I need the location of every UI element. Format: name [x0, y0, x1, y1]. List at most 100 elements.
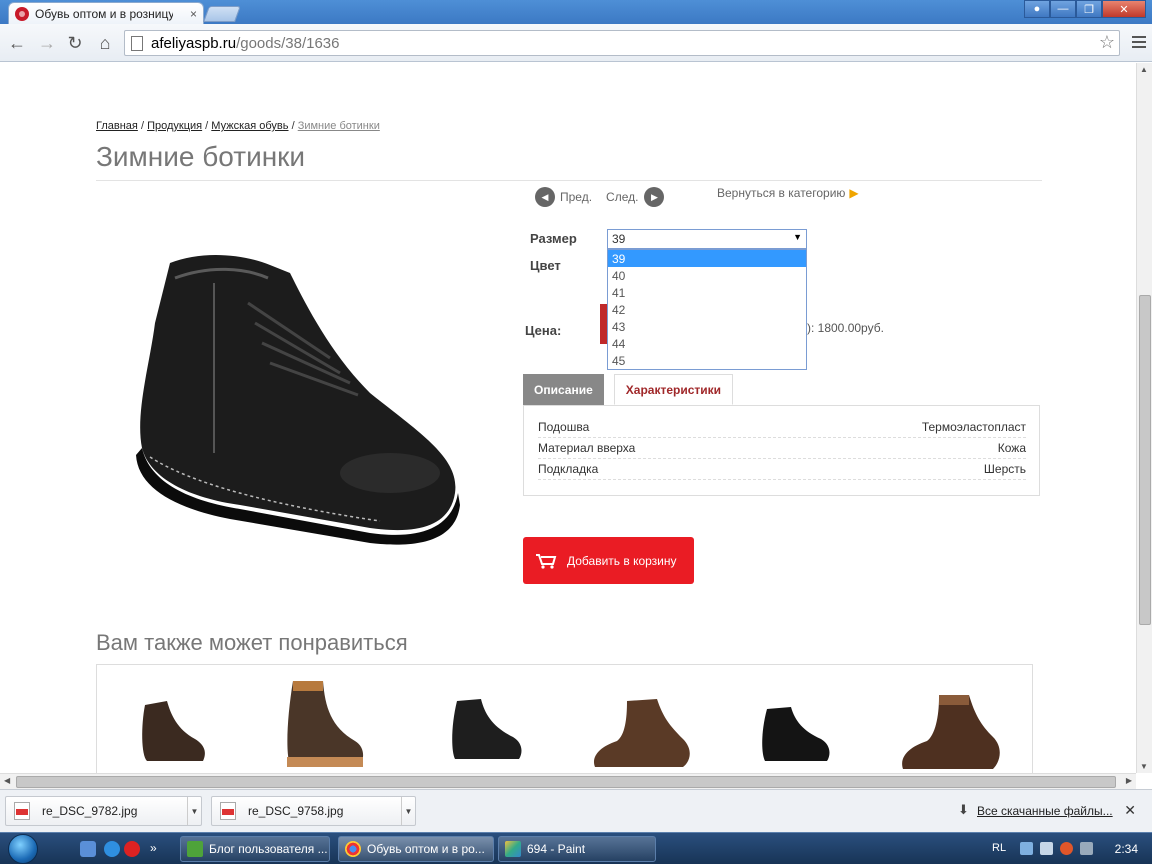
minimize-button[interactable]: — [1050, 0, 1076, 18]
home-icon[interactable]: ⌂ [94, 32, 116, 54]
start-button[interactable] [8, 834, 38, 864]
size-option[interactable]: 45 [608, 352, 806, 369]
scroll-up-arrow-icon[interactable]: ▲ [1140, 65, 1148, 74]
download-item[interactable]: re_DSC_9782.jpg ▼ [5, 796, 202, 826]
tab-close-icon[interactable]: × [190, 7, 197, 21]
url-text: afeliyaspb.ru/goods/38/1636 [151, 34, 340, 52]
show-all-downloads-link[interactable]: Все скачанные файлы... [977, 804, 1113, 818]
scroll-right-arrow-icon[interactable]: ▶ [1126, 776, 1132, 785]
recommended-product-image[interactable] [757, 705, 837, 765]
tab-characteristics[interactable]: Характеристики [613, 374, 734, 405]
page-title: Зимние ботинки [96, 141, 306, 172]
download-item[interactable]: re_DSC_9758.jpg ▼ [211, 796, 416, 826]
chevron-down-icon[interactable]: ▼ [401, 797, 415, 825]
spec-row: Подкладка Шерсть [538, 459, 1026, 480]
breadcrumb-products[interactable]: Продукция [147, 120, 202, 132]
vertical-scrollbar[interactable]: ▲ ▼ [1136, 63, 1152, 773]
user-profile-icon[interactable]: ● [1024, 0, 1050, 18]
add-to-cart-button[interactable]: Добавить в корзину [523, 537, 694, 584]
breadcrumb: Главная / Продукция / Мужская обувь / Зи… [96, 120, 380, 132]
breadcrumb-current[interactable]: Зимние ботинки [298, 120, 380, 132]
internet-explorer-icon[interactable] [104, 841, 120, 857]
size-option[interactable]: 39 [608, 250, 806, 267]
app-icon [187, 841, 203, 857]
tray-alert-icon[interactable] [1060, 842, 1073, 855]
paint-icon [505, 841, 521, 857]
back-arrow-icon[interactable]: ← [6, 32, 28, 54]
price-label: Цена: [525, 323, 562, 338]
new-tab-button[interactable] [203, 6, 241, 22]
tab-title: Обувь оптом и в розницу [35, 6, 173, 21]
horizontal-scrollbar[interactable]: ◀ ▶ [0, 773, 1136, 789]
prev-link[interactable]: Пред. [560, 190, 592, 204]
spec-row: Подошва Термоэластопласт [538, 417, 1026, 438]
tab-description[interactable]: Описание [523, 374, 604, 405]
next-arrow-icon[interactable]: ▶ [644, 187, 665, 207]
color-label: Цвет [530, 258, 561, 273]
recommended-product-image[interactable] [447, 695, 527, 763]
chrome-icon [345, 841, 361, 857]
tray-settings-icon[interactable] [1040, 842, 1053, 855]
characteristics-panel: Подошва Термоэластопласт Материал вверха К… [523, 405, 1040, 496]
recommended-product-image[interactable] [895, 691, 1005, 773]
size-option[interactable]: 42 [608, 301, 806, 318]
size-label: Размер [530, 231, 577, 246]
jpg-file-icon [14, 802, 30, 820]
window-controls: ● — ❐ ✕ [1024, 0, 1146, 18]
recommended-product-image[interactable] [587, 695, 697, 773]
product-tabs: Описание Характеристики [523, 374, 734, 405]
next-link[interactable]: След. [606, 190, 638, 204]
browser-tab-active[interactable]: Обувь оптом и в розницу × [8, 2, 204, 24]
cart-icon [536, 553, 557, 569]
close-downloads-icon[interactable]: ✕ [1124, 802, 1136, 819]
back-to-category-link[interactable]: Вернуться в категорию ▶ [717, 186, 859, 200]
taskbar-item-chrome[interactable]: Обувь оптом и в ро... [338, 836, 494, 862]
spec-row: Материал вверха Кожа [538, 438, 1026, 459]
site-favicon-icon [15, 6, 29, 21]
tray-volume-icon[interactable] [1080, 842, 1093, 855]
windows-taskbar: » Блог пользователя ... Обувь оптом и в … [0, 832, 1152, 864]
recommended-product-image[interactable] [137, 695, 209, 767]
chrome-menu-icon[interactable] [1132, 36, 1146, 48]
recommendations-carousel [96, 664, 1033, 773]
product-pager: ◀ Пред. След. ▶ [535, 187, 665, 207]
quicklaunch-explorer-icon[interactable] [80, 841, 96, 857]
product-image[interactable] [130, 243, 470, 553]
opera-icon[interactable] [124, 841, 140, 857]
chevron-down-icon[interactable]: ▼ [187, 797, 201, 825]
breadcrumb-mens-shoes[interactable]: Мужская обувь [211, 120, 288, 132]
size-select[interactable]: 39 ▼ [607, 229, 807, 249]
breadcrumb-home[interactable]: Главная [96, 120, 138, 132]
browser-tab-strip: Обувь оптом и в розницу × ● — ❐ ✕ [0, 0, 1152, 24]
horizontal-scrollbar-thumb[interactable] [16, 776, 1116, 788]
downloads-bar: re_DSC_9782.jpg ▼ re_DSC_9758.jpg ▼ ⬇ Вс… [0, 789, 1152, 832]
reload-icon[interactable]: ↻ [64, 32, 86, 54]
bookmark-star-icon[interactable]: ☆ [1099, 32, 1115, 53]
scroll-left-arrow-icon[interactable]: ◀ [4, 776, 10, 785]
size-option[interactable]: 43 [608, 318, 806, 335]
size-option[interactable]: 41 [608, 284, 806, 301]
close-window-button[interactable]: ✕ [1102, 0, 1146, 18]
tray-network-icon[interactable] [1020, 842, 1033, 855]
download-arrow-icon: ⬇ [958, 802, 969, 817]
taskbar-item-paint[interactable]: 694 - Paint [498, 836, 656, 862]
restore-button[interactable]: ❐ [1076, 0, 1102, 18]
address-bar[interactable]: afeliyaspb.ru/goods/38/1636 ☆ [124, 30, 1120, 56]
size-options-dropdown: 39 40 41 42 43 44 45 [607, 249, 807, 370]
scroll-down-arrow-icon[interactable]: ▼ [1140, 762, 1148, 771]
price-value: ): 1800.00руб. [807, 321, 884, 335]
forward-arrow-icon[interactable]: → [36, 32, 58, 54]
language-indicator[interactable]: RL [992, 842, 1006, 854]
triangle-right-icon: ▶ [849, 186, 859, 200]
taskbar-clock[interactable]: 2:34 [1115, 842, 1138, 856]
recommended-product-image[interactable] [279, 677, 369, 772]
chevron-down-icon: ▼ [793, 232, 802, 242]
browser-toolbar: ← → ↻ ⌂ afeliyaspb.ru/goods/38/1636 ☆ [0, 24, 1152, 62]
system-tray: RL 2:34 [992, 833, 1152, 864]
taskbar-item-blog[interactable]: Блог пользователя ... [180, 836, 330, 862]
prev-arrow-icon[interactable]: ◀ [535, 187, 555, 207]
size-option[interactable]: 44 [608, 335, 806, 352]
size-option[interactable]: 40 [608, 267, 806, 284]
quicklaunch-overflow-icon[interactable]: » [150, 841, 162, 857]
vertical-scrollbar-thumb[interactable] [1139, 295, 1151, 625]
